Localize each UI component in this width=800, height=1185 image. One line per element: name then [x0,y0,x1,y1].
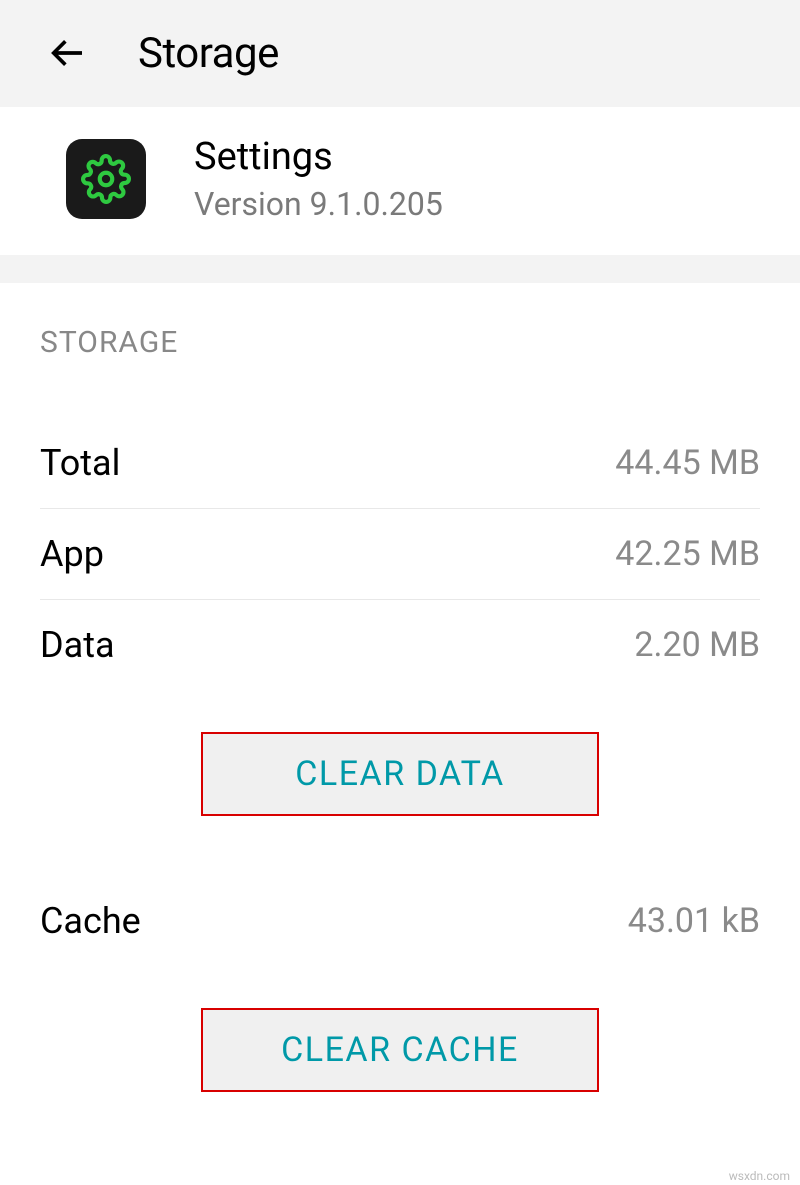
section-divider [0,255,800,283]
cache-label: Cache [40,900,141,942]
page-title: Storage [138,29,279,78]
settings-app-icon [66,139,146,219]
app-name: Settings [194,135,443,181]
app-info-row: Settings Version 9.1.0.205 [0,106,800,255]
app-version: Version 9.1.0.205 [194,185,443,223]
watermark: wsxdn.com [729,1169,790,1183]
clear-cache-button[interactable]: CLEAR CACHE [201,1008,599,1092]
cache-value: 43.01 kB [628,901,760,941]
total-value: 44.45 MB [615,443,760,483]
total-row: Total 44.45 MB [40,418,760,508]
data-label: Data [40,624,115,666]
storage-section-header: STORAGE [40,325,760,360]
data-value: 2.20 MB [634,625,760,665]
app-label: App [40,533,104,575]
back-icon[interactable] [44,30,90,76]
data-row: Data 2.20 MB [40,600,760,690]
app-header: Storage [0,0,800,106]
clear-data-button[interactable]: CLEAR DATA [201,732,599,816]
cache-row: Cache 43.01 kB [40,876,760,966]
total-label: Total [40,442,120,484]
app-value: 42.25 MB [615,534,760,574]
app-row: App 42.25 MB [40,509,760,599]
